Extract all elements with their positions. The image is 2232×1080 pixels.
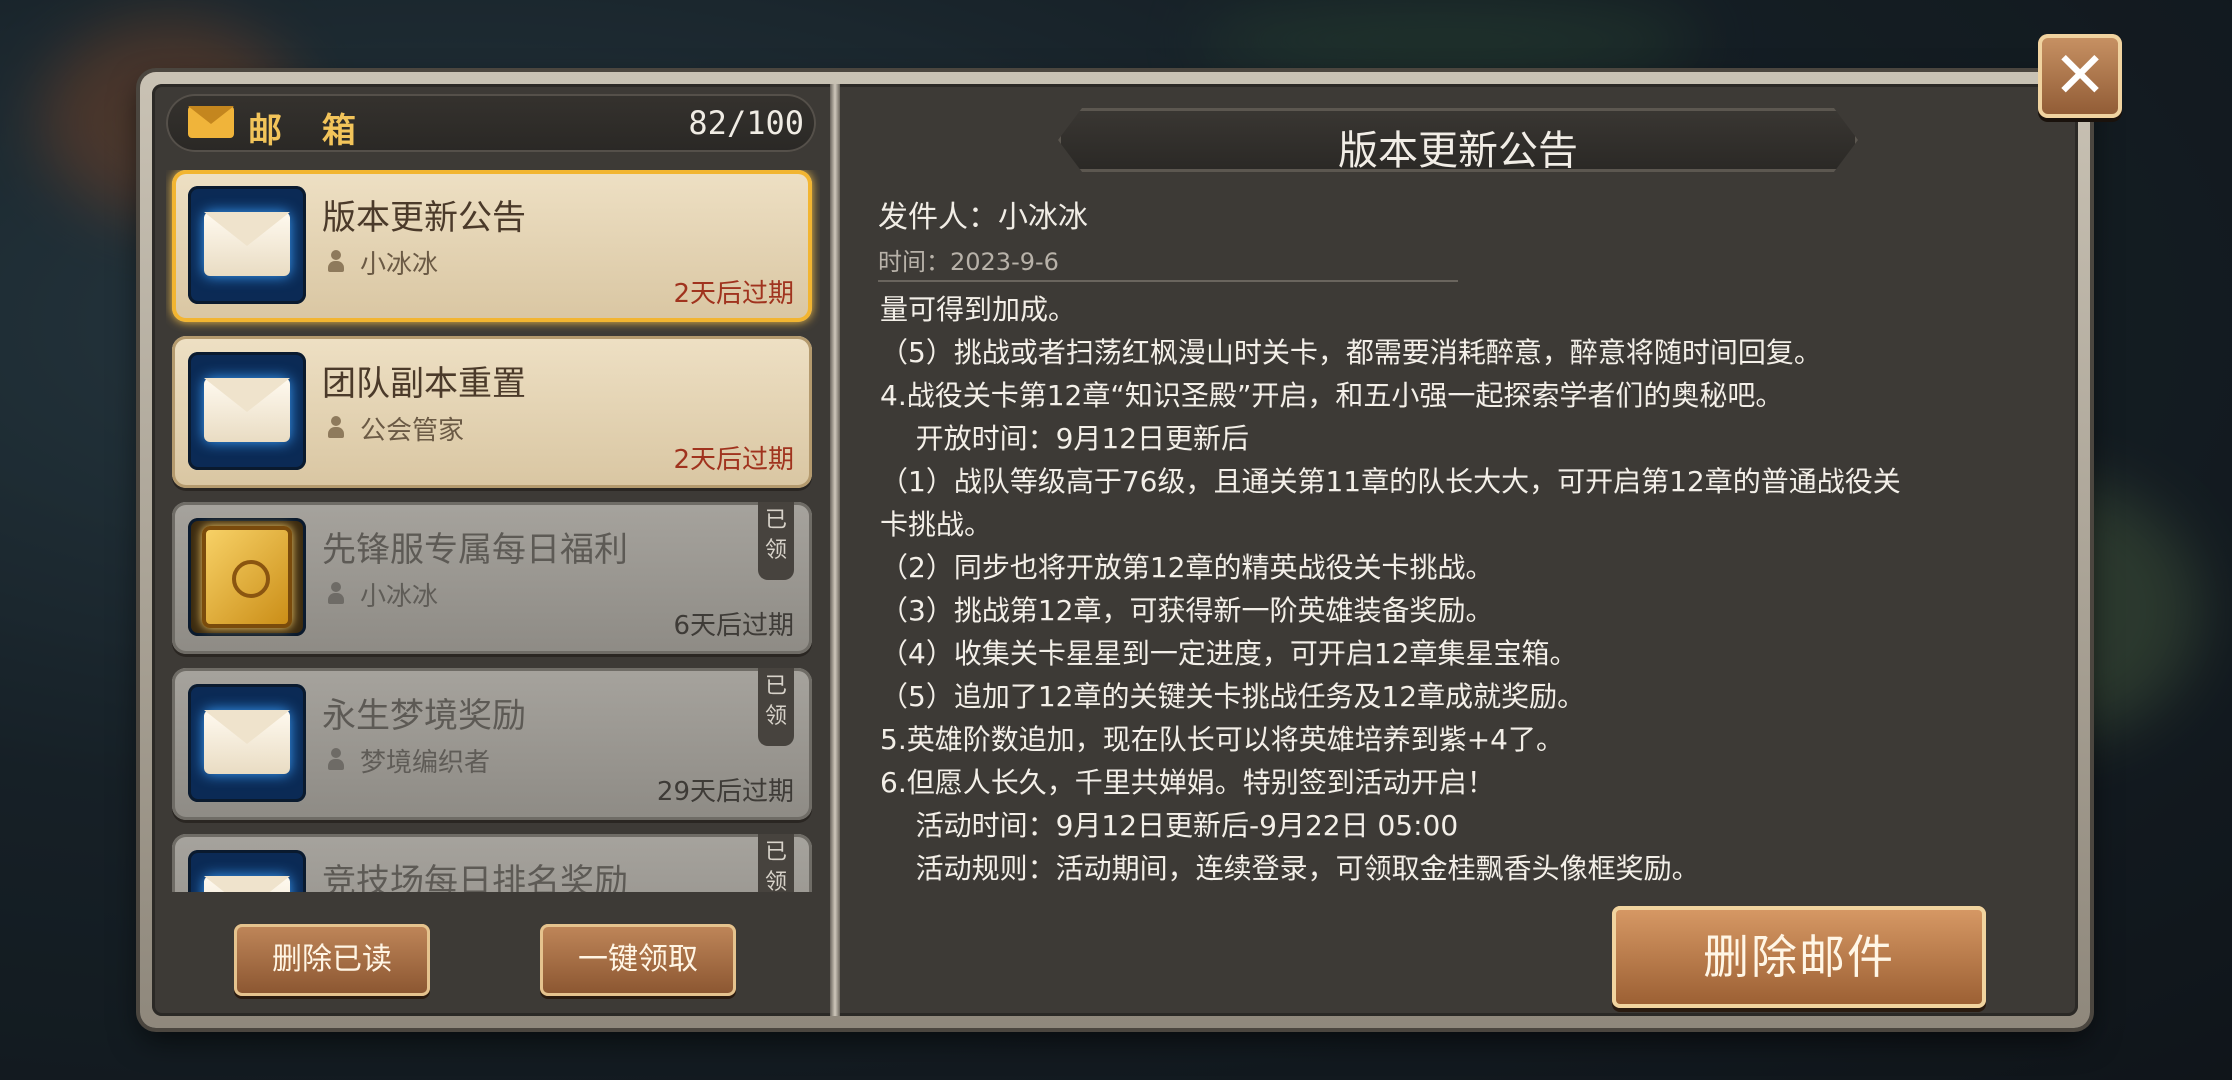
- mail-list[interactable]: 版本更新公告 小冰冰 2天后过期 团队副本重置 公会管家 2天后过期 先锋服专属…: [166, 170, 820, 892]
- body-line: 4.战役关卡第12章“知识圣殿”开启，和五小强一起探索学者们的奥秘吧。: [880, 379, 1784, 412]
- mail-count: 82/100: [688, 104, 804, 142]
- body-line: （1）战队等级高于76级，且通关第11章的队长大大，可开启第12章的普通战役关: [880, 465, 1901, 498]
- body-line: （5）追加了12章的关键关卡挑战任务及12章成就奖励。: [880, 680, 1586, 713]
- mail-sender: 梦境编织者: [360, 748, 491, 778]
- mail-thumbnail: [188, 850, 306, 892]
- person-icon: [328, 748, 344, 770]
- mail-item[interactable]: 团队副本重置 公会管家 2天后过期: [172, 336, 812, 488]
- person-icon: [328, 250, 344, 272]
- mail-title: 竞技场每日排名奖励: [322, 862, 628, 892]
- envelope-icon: [204, 710, 290, 774]
- envelope-icon: [204, 378, 290, 442]
- detail-time: 时间：2023-9-6: [878, 248, 1059, 276]
- mail-title: 永生梦境奖励: [322, 696, 526, 736]
- body-line: （2）同步也将开放第12章的精英战役关卡挑战。: [880, 551, 1494, 584]
- mail-thumbnail: [188, 684, 306, 802]
- mail-sender: 小冰冰: [360, 582, 439, 612]
- person-icon: [328, 416, 344, 438]
- mail-item[interactable]: 先锋服专属每日福利 小冰冰 6天后过期 已领: [172, 502, 812, 654]
- mail-expire: 2天后过期: [673, 445, 794, 475]
- close-button[interactable]: ✕: [2038, 34, 2122, 118]
- mailbox-title: 邮 箱: [248, 111, 370, 151]
- body-line: （3）挑战第12章，可获得新一阶英雄装备奖励。: [880, 594, 1494, 627]
- claimed-badge: 已领: [758, 668, 794, 746]
- detail-divider: [878, 280, 1458, 282]
- body-line: 量可得到加成。: [880, 293, 1077, 326]
- mail-title: 版本更新公告: [322, 198, 526, 238]
- mail-item[interactable]: 永生梦境奖励 梦境编织者 29天后过期 已领: [172, 668, 812, 820]
- person-icon: [328, 582, 344, 604]
- mail-sender: 公会管家: [360, 416, 465, 446]
- claimed-badge: 已领: [758, 502, 794, 580]
- mail-thumbnail: [188, 186, 306, 304]
- mail-expire: 29天后过期: [656, 777, 794, 807]
- body-line: （5）挑战或者扫荡红枫漫山时关卡，都需要消耗醉意，醉意将随时间回复。: [880, 336, 1822, 369]
- detail-title: 版本更新公告: [1338, 128, 1578, 174]
- mail-title: 先锋服专属每日福利: [322, 530, 628, 570]
- mailbox-header: 邮 箱 82/100: [166, 94, 816, 152]
- mail-body[interactable]: 量可得到加成。 （5）挑战或者扫荡红枫漫山时关卡，都需要消耗醉意，醉意将随时间回…: [880, 288, 2080, 940]
- mail-thumbnail: [188, 352, 306, 470]
- mail-title: 团队副本重置: [322, 364, 526, 404]
- mail-thumbnail: [188, 518, 306, 636]
- gold-card-icon: [202, 526, 292, 628]
- body-line: 开放时间：9月12日更新后: [880, 422, 1250, 455]
- mailbox-window-body: 邮 箱 82/100 版本更新公告 小冰冰 2天后过期 团队副本重置 公会管家 …: [152, 84, 2078, 1016]
- body-line: 5.英雄阶数追加，现在队长可以将英雄培养到紫+4了。: [880, 723, 1564, 756]
- claim-all-button[interactable]: 一键领取: [540, 924, 736, 996]
- mail-item[interactable]: 竞技场每日排名奖励 已领: [172, 834, 812, 892]
- mail-expire: 2天后过期: [673, 279, 794, 309]
- mail-list-pane: 邮 箱 82/100 版本更新公告 小冰冰 2天后过期 团队副本重置 公会管家 …: [152, 84, 830, 1016]
- body-line: 6.但愿人长久，千里共婵娟。特别签到活动开启！: [880, 766, 1495, 799]
- body-line: 活动规则：活动期间，连续登录，可领取金桂飘香头像框奖励。: [880, 852, 1700, 885]
- claimed-badge: 已领: [758, 834, 794, 892]
- mail-icon: [188, 106, 234, 138]
- mail-item[interactable]: 版本更新公告 小冰冰 2天后过期: [172, 170, 812, 322]
- detail-sender: 发件人：小冰冰: [878, 200, 1088, 235]
- delete-mail-button[interactable]: 删除邮件: [1612, 906, 1986, 1008]
- pane-divider: [830, 84, 840, 1016]
- mail-expire: 6天后过期: [673, 611, 794, 641]
- envelope-icon: [204, 212, 290, 276]
- mail-sender: 小冰冰: [360, 250, 439, 280]
- body-line: 卡挑战。: [880, 508, 993, 541]
- detail-title-banner: 版本更新公告: [1058, 108, 1858, 172]
- envelope-icon: [204, 876, 290, 892]
- delete-read-button[interactable]: 删除已读: [234, 924, 430, 996]
- body-line: （4）收集关卡星星到一定进度，可开启12章集星宝箱。: [880, 637, 1578, 670]
- mailbox-window: 邮 箱 82/100 版本更新公告 小冰冰 2天后过期 团队副本重置 公会管家 …: [140, 72, 2090, 1028]
- mail-detail-pane: 版本更新公告 发件人：小冰冰 时间：2023-9-6 量可得到加成。 （5）挑战…: [840, 84, 2078, 1016]
- body-line: 活动时间：9月12日更新后-9月22日 05:00: [880, 809, 1459, 842]
